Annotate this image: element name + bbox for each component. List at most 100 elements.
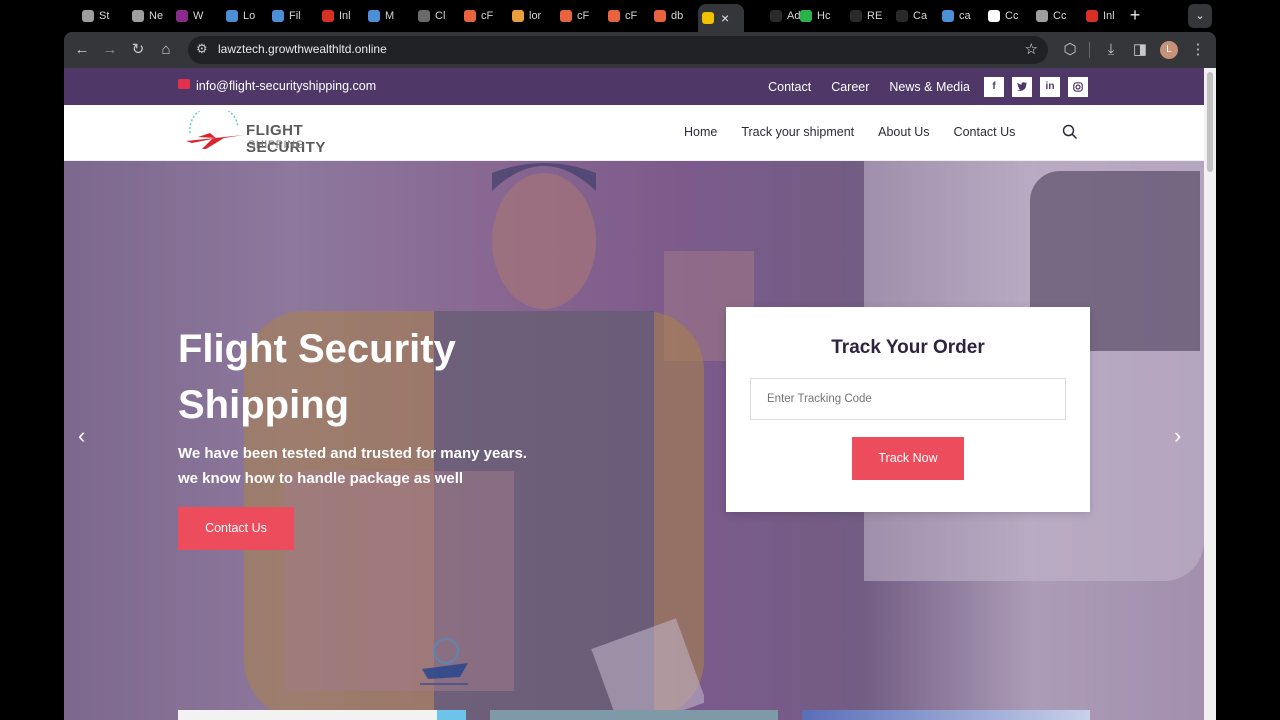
browser-tab[interactable]: Fil [268,6,314,26]
track-title: Track Your Order [831,337,985,358]
tab-search-button[interactable]: ⌄ [1188,4,1212,28]
top-link-career[interactable]: Career [831,80,869,94]
home-icon[interactable]: ⌂ [154,38,178,62]
extensions-icon[interactable]: ⬡ [1058,38,1082,62]
tab-title: RE [867,10,883,22]
tab-favicon-icon [226,10,238,22]
browser-tab[interactable]: × [698,4,744,32]
browser-tab[interactable]: Ne [128,6,174,26]
twitter-icon[interactable] [1012,77,1032,97]
tab-title: Hc [817,10,831,22]
tab-title: lor [529,10,542,22]
tracking-code-input[interactable] [750,378,1066,420]
slider-prev-icon[interactable]: ‹ [78,423,85,449]
toolbar-divider [1089,42,1090,58]
browser-tab[interactable]: Ca [892,6,938,26]
browser-tab[interactable]: db [650,6,696,26]
top-link-news-media[interactable]: News & Media [889,80,970,94]
mail-icon [178,79,190,89]
site-logo[interactable]: FLIGHT SECURITY SHIPPING [184,105,384,157]
browser-tab[interactable]: Lo [222,6,268,26]
tab-title: Cl [435,10,446,22]
browser-tab[interactable]: lor [508,6,554,26]
top-link-contact[interactable]: Contact [768,80,811,94]
browser-tab[interactable]: W [172,6,218,26]
track-now-button[interactable]: Track Now [852,437,964,480]
scrollbar-thumb[interactable] [1207,72,1213,172]
contact-email[interactable]: info@flight-securityshipping.com [196,79,376,93]
browser-tab[interactable]: cF [460,6,506,26]
top-info-bar: info@flight-securityshipping.com Contact… [64,68,1204,105]
tab-favicon-icon [850,10,862,22]
hero-slider: Flight Security Shipping We have been te… [64,161,1204,720]
browser-toolbar: ← → ↻ ⌂ ⚙ lawztech.growthwealthltd.onlin… [64,32,1216,68]
track-order-panel: Track Your Order Track Now [726,307,1090,512]
tab-title: Cc [1053,10,1067,22]
address-bar[interactable]: ⚙ lawztech.growthwealthltd.online ☆ [188,36,1048,64]
linkedin-icon[interactable]: in [1040,77,1060,97]
tab-favicon-icon [608,10,620,22]
tab-title: ca [959,10,971,22]
tab-title: Inl [339,10,351,22]
browser-tab[interactable]: Cc [984,6,1030,26]
tab-title: M [385,10,395,22]
nav-links: Home Track your shipment About Us Contac… [684,125,1015,139]
nav-about-us[interactable]: About Us [878,125,929,139]
bookmark-star-icon[interactable]: ☆ [1025,40,1038,58]
top-links: Contact Career News & Media [768,80,970,94]
browser-tab[interactable]: Hc [796,6,842,26]
page-viewport: info@flight-securityshipping.com Contact… [64,68,1216,720]
feature-card-2 [490,710,778,720]
new-tab-button[interactable]: + [1126,6,1144,26]
browser-tab[interactable]: cF [556,6,602,26]
tab-title: St [99,10,110,22]
site-info-icon[interactable]: ⚙ [196,41,208,57]
tab-title: Fil [289,10,301,22]
ship-watermark-icon [420,638,468,685]
browser-tab[interactable]: Cl [414,6,460,26]
downloads-icon[interactable]: ⤓ [1099,38,1123,62]
instagram-icon[interactable] [1068,77,1088,97]
tab-favicon-icon [322,10,334,22]
browser-tab[interactable]: St [78,6,124,26]
nav-contact-us[interactable]: Contact Us [954,125,1016,139]
menu-kebab-icon[interactable]: ⋮ [1186,38,1210,62]
logo-subtitle: SHIPPING [248,139,305,151]
tab-favicon-icon [82,10,94,22]
browser-tab[interactable]: Inl [318,6,364,26]
tab-favicon-icon [418,10,430,22]
tab-favicon-icon [770,10,782,22]
tab-favicon-icon [654,10,666,22]
browser-tab[interactable]: ca [938,6,984,26]
side-panel-icon[interactable]: ◨ [1128,38,1152,62]
tab-title: cF [625,10,638,22]
nav-home[interactable]: Home [684,125,717,139]
back-icon[interactable]: ← [70,38,94,62]
nav-track-shipment[interactable]: Track your shipment [741,125,854,139]
reload-icon[interactable]: ↻ [126,38,150,62]
browser-tab[interactable]: Inl [1082,6,1128,26]
forward-icon[interactable]: → [98,38,122,62]
slider-next-icon[interactable]: › [1174,423,1181,449]
tab-close-icon[interactable]: × [721,10,729,26]
profile-avatar[interactable]: L [1160,41,1178,59]
tab-favicon-icon [560,10,572,22]
tab-title: Ne [149,10,164,22]
browser-tab[interactable]: cF [604,6,650,26]
browser-tab[interactable]: Cc [1032,6,1078,26]
tab-favicon-icon [1086,10,1098,22]
url-text[interactable]: lawztech.growthwealthltd.online [218,42,387,56]
tab-title: cF [577,10,590,22]
tab-title: W [193,10,204,22]
tab-favicon-icon [132,10,144,22]
tab-favicon-icon [1036,10,1048,22]
search-icon[interactable] [1062,124,1078,140]
plane-logo-icon [186,105,244,149]
page-scrollbar[interactable] [1204,68,1216,720]
tab-favicon-icon [368,10,380,22]
browser-tab[interactable]: RE [846,6,892,26]
browser-tab[interactable]: M [364,6,410,26]
hero-contact-button[interactable]: Contact Us [178,507,294,550]
facebook-icon[interactable]: f [984,77,1004,97]
tab-favicon-icon [800,10,812,22]
